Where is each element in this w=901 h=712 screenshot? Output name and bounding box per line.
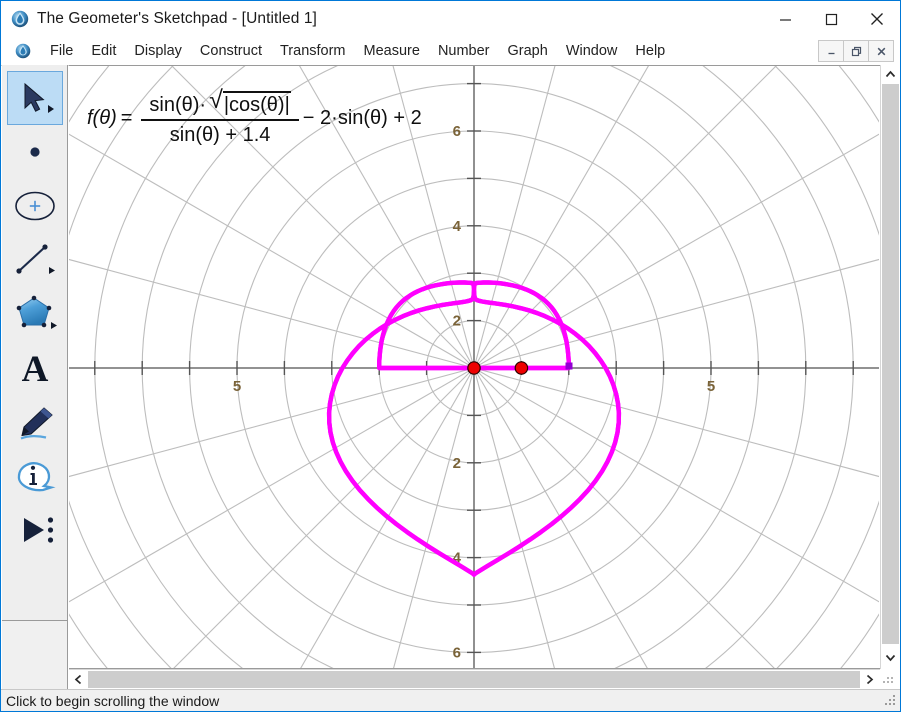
svg-text:A: A: [21, 349, 48, 389]
menu-item-help[interactable]: Help: [626, 40, 674, 62]
text-a-icon: A: [13, 347, 57, 389]
compass-tool[interactable]: [7, 179, 63, 233]
window-resize-grip-icon[interactable]: [884, 694, 898, 708]
text-tool[interactable]: A: [7, 341, 63, 395]
document-droplet-icon[interactable]: [15, 43, 31, 59]
x-tick-label-right: 5: [707, 378, 715, 395]
equation-equals: =: [121, 107, 133, 130]
mdi-window-controls: [819, 40, 894, 62]
status-bar: Click to begin scrolling the window: [1, 689, 900, 711]
radical-sign: √: [209, 90, 223, 117]
equation-tail: − 2·sin(θ) + 2: [303, 107, 422, 130]
origin-point: [468, 362, 480, 374]
polygon-icon: [10, 292, 60, 336]
play-menu-icon: [11, 509, 59, 551]
polygon-tool[interactable]: [7, 287, 63, 341]
custom-tools-button[interactable]: [7, 503, 63, 557]
menu-item-graph[interactable]: Graph: [499, 40, 557, 62]
chevron-right-icon: [865, 674, 874, 685]
chevron-down-icon: [885, 653, 896, 662]
menu-item-construct[interactable]: Construct: [191, 40, 271, 62]
equation-lhs: f(θ): [87, 107, 117, 130]
mdi-minimize-button[interactable]: [818, 40, 844, 62]
title-bar: The Geometer's Sketchpad - [Untitled 1]: [1, 1, 900, 37]
scroll-up-button[interactable]: [881, 65, 900, 84]
y-tick-label-4: 4: [453, 218, 462, 235]
menu-bar: File Edit Display Construct Transform Me…: [1, 37, 900, 66]
equation-numerator-left: sin(θ)·: [149, 94, 206, 117]
straightedge-tool[interactable]: [7, 233, 63, 287]
menu-item-transform[interactable]: Transform: [271, 40, 355, 62]
scroll-left-button[interactable]: [69, 670, 88, 689]
scroll-down-button[interactable]: [881, 648, 900, 667]
y-tick-label-neg6: 6: [453, 645, 461, 662]
curve-handle-marker[interactable]: [566, 363, 573, 370]
equation-numerator: sin(θ)· √ |cos(θ)|: [141, 90, 298, 119]
mdi-restore-button[interactable]: [843, 40, 869, 62]
equation-fraction: sin(θ)· √ |cos(θ)| sin(θ) + 1.4: [141, 90, 298, 147]
menu-item-window[interactable]: Window: [557, 40, 627, 62]
horizontal-scrollbar[interactable]: [69, 669, 880, 689]
arrow-select-tool[interactable]: [7, 71, 63, 125]
y-tick-label-6: 6: [453, 123, 461, 140]
information-tool[interactable]: [7, 449, 63, 503]
menu-item-number[interactable]: Number: [429, 40, 499, 62]
menu-item-edit[interactable]: Edit: [82, 40, 125, 62]
x-tick-label-left: 5: [233, 378, 241, 395]
y-tick-label-neg2: 2: [453, 455, 461, 472]
window-title: The Geometer's Sketchpad - [Untitled 1]: [37, 10, 317, 28]
chevron-up-icon: [885, 70, 896, 79]
menu-item-file[interactable]: File: [41, 40, 82, 62]
vertical-scrollbar-thumb[interactable]: [882, 84, 899, 644]
chevron-left-icon: [74, 674, 83, 685]
square-root-icon: √ |cos(θ)|: [209, 90, 291, 117]
sketch-canvas[interactable]: 5 5 6 4 2 2 4 6 f(θ): [69, 65, 881, 669]
status-message: Click to begin scrolling the window: [6, 693, 219, 709]
document-resize-grip-icon[interactable]: [882, 671, 898, 687]
unit-point: [515, 362, 527, 374]
vertical-scrollbar[interactable]: [880, 65, 900, 669]
horizontal-scrollbar-thumb[interactable]: [88, 671, 860, 688]
polar-plot: 5 5 6 4 2 2 4 6: [69, 66, 879, 668]
tool-palette: A: [2, 65, 68, 621]
marker-pen-icon: [11, 401, 59, 443]
window-maximize-button[interactable]: [808, 1, 854, 37]
scroll-right-button[interactable]: [860, 670, 879, 689]
point-dot-icon: [13, 132, 57, 172]
window-minimize-button[interactable]: [762, 1, 808, 37]
mdi-close-button[interactable]: [868, 40, 894, 62]
equation-radicand: |cos(θ)|: [223, 91, 291, 117]
application-window: The Geometer's Sketchpad - [Untitled 1] …: [0, 0, 901, 712]
function-equation-label[interactable]: f(θ) = sin(θ)· √ |cos(θ)| sin(θ) + 1.4 −…: [87, 90, 422, 147]
tool-palette-empty-area: [2, 621, 68, 689]
segment-line-icon: [11, 239, 59, 281]
menu-item-display[interactable]: Display: [125, 40, 191, 62]
menu-item-measure[interactable]: Measure: [355, 40, 429, 62]
sketchpad-droplet-icon: [11, 10, 29, 28]
window-close-button[interactable]: [854, 1, 900, 37]
window-controls: [762, 1, 900, 37]
arrow-cursor-icon: [13, 78, 57, 118]
circle-compass-icon: [11, 185, 59, 227]
equation-denominator: sin(θ) + 1.4: [162, 121, 279, 147]
marker-tool[interactable]: [7, 395, 63, 449]
point-tool[interactable]: [7, 125, 63, 179]
info-balloon-icon: [11, 455, 59, 497]
y-tick-label-2: 2: [453, 313, 461, 330]
